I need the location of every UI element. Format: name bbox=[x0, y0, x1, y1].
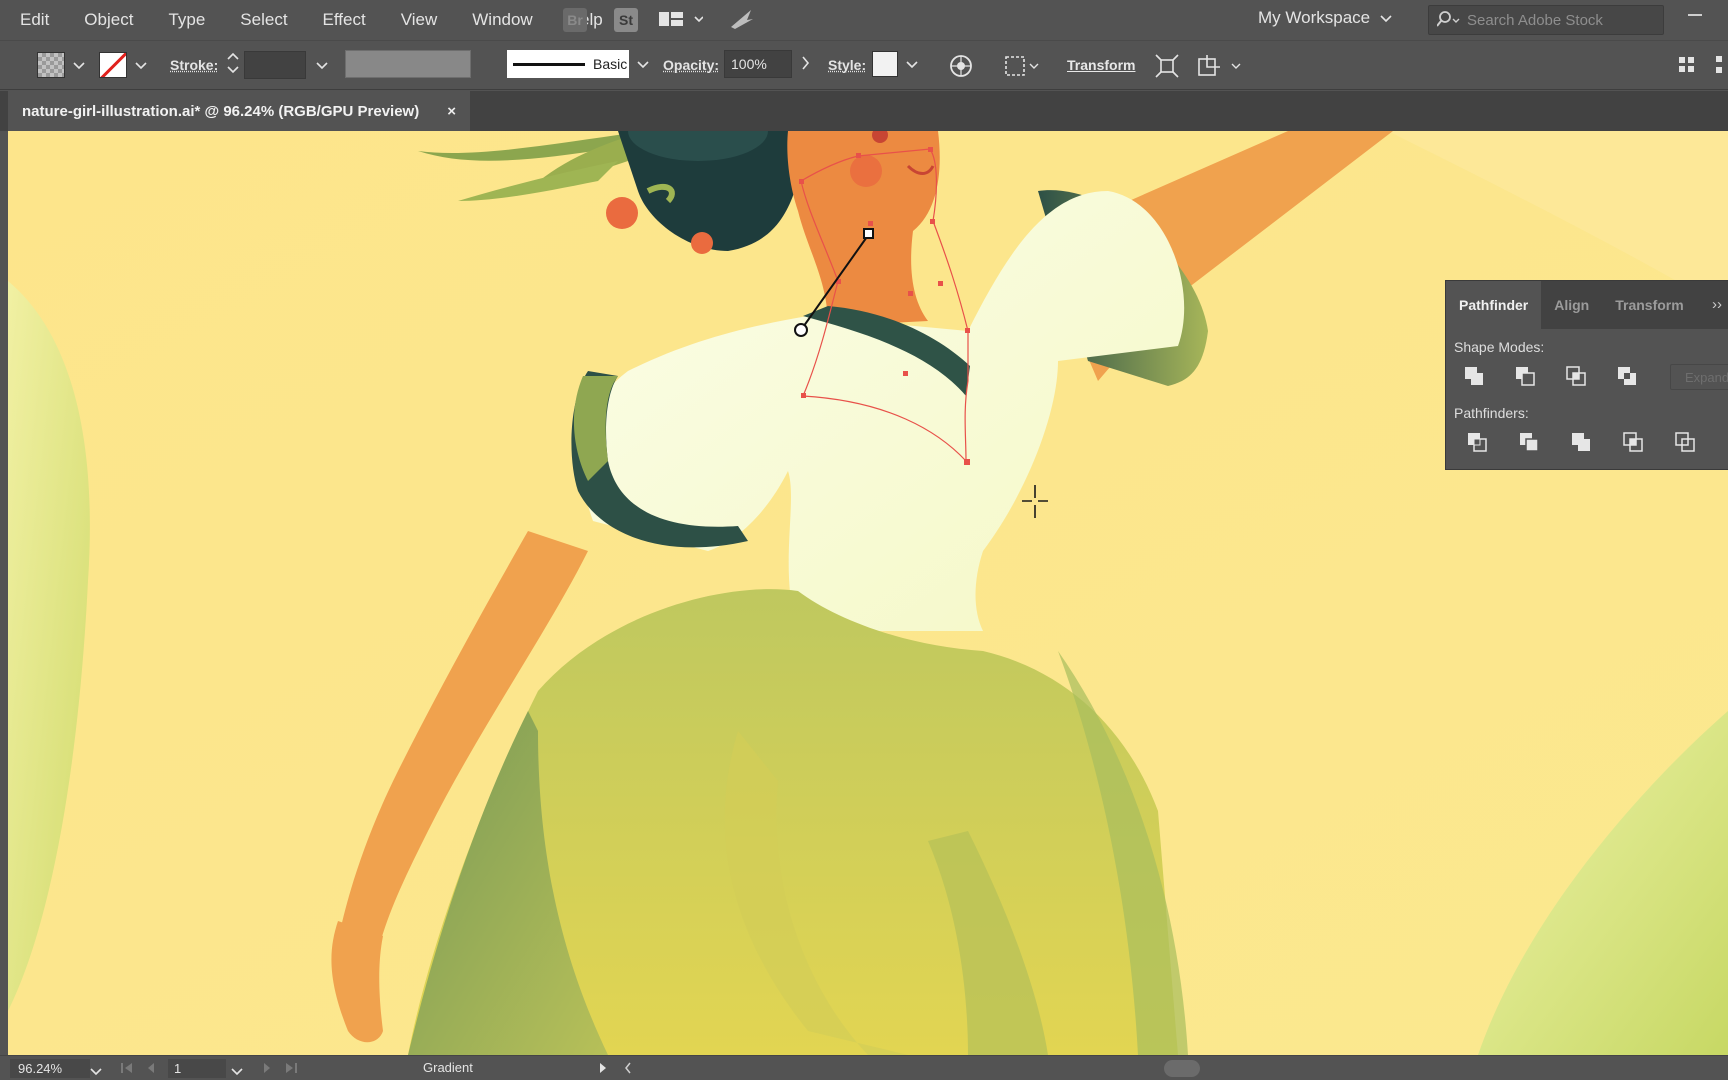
menu-window[interactable]: Window bbox=[472, 10, 549, 30]
search-icon bbox=[1437, 10, 1461, 31]
status-bar: 96.24% 1 Gradient bbox=[0, 1055, 1728, 1080]
puppet-warp-icon[interactable] bbox=[1196, 53, 1244, 82]
tab-transform[interactable]: Transform bbox=[1602, 281, 1696, 329]
stock-search[interactable] bbox=[1428, 5, 1664, 35]
crop-icon[interactable] bbox=[1622, 431, 1644, 453]
brush-label: Basic bbox=[593, 56, 627, 72]
chevron-right-icon[interactable] bbox=[802, 56, 810, 73]
workspace-label: My Workspace bbox=[1258, 8, 1370, 28]
close-icon[interactable]: × bbox=[447, 103, 456, 120]
isolate-object-icon[interactable] bbox=[1154, 53, 1180, 82]
exclude-icon[interactable] bbox=[1616, 365, 1638, 387]
tab-pathfinder[interactable]: Pathfinder bbox=[1446, 281, 1541, 329]
bridge-button[interactable]: Br bbox=[563, 8, 587, 32]
align-to-selection-icon[interactable] bbox=[1004, 54, 1040, 81]
menu-view[interactable]: View bbox=[401, 10, 455, 30]
brush-stroke-preview bbox=[513, 63, 585, 66]
chevron-down-icon[interactable] bbox=[231, 1064, 243, 1079]
fill-swatch[interactable] bbox=[37, 52, 65, 78]
chevron-down-icon bbox=[1380, 8, 1392, 28]
chevron-down-icon[interactable] bbox=[90, 1064, 102, 1079]
status-menu-arrow-icon[interactable] bbox=[598, 1062, 608, 1077]
artboard-number-input[interactable]: 1 bbox=[168, 1059, 226, 1078]
artboard-canvas[interactable] bbox=[8, 131, 1728, 1055]
stroke-label[interactable]: Stroke: bbox=[170, 57, 218, 73]
document-tab[interactable]: nature-girl-illustration.ai* @ 96.24% (R… bbox=[8, 91, 470, 131]
previous-artboard-icon[interactable] bbox=[146, 1062, 156, 1077]
first-artboard-icon[interactable] bbox=[120, 1062, 134, 1077]
illustration-artwork bbox=[8, 131, 1728, 1055]
menu-select[interactable]: Select bbox=[240, 10, 304, 30]
stroke-weight-input[interactable] bbox=[244, 51, 306, 79]
zoom-level-input[interactable]: 96.24% bbox=[10, 1059, 90, 1078]
stock-button[interactable]: St bbox=[614, 8, 638, 32]
stock-search-input[interactable] bbox=[1467, 12, 1657, 29]
menu-bar: Edit Object Type Select Effect View Wind… bbox=[0, 0, 1728, 40]
next-artboard-icon[interactable] bbox=[262, 1062, 272, 1077]
menu-type[interactable]: Type bbox=[168, 10, 222, 30]
opacity-label[interactable]: Opacity: bbox=[663, 57, 719, 73]
horizontal-scrollbar-thumb[interactable] bbox=[1164, 1060, 1200, 1077]
transform-button[interactable]: Transform bbox=[1067, 57, 1135, 73]
pathfinders-row bbox=[1446, 431, 1728, 453]
intersect-icon[interactable] bbox=[1565, 365, 1587, 387]
merge-icon[interactable] bbox=[1570, 431, 1592, 453]
tab-align[interactable]: Align bbox=[1541, 281, 1602, 329]
variable-width-profile[interactable] bbox=[345, 50, 471, 78]
panel-collapse-icon[interactable]: ›› bbox=[1712, 296, 1722, 313]
graphic-style-swatch[interactable] bbox=[872, 51, 898, 77]
menu-object[interactable]: Object bbox=[84, 10, 150, 30]
stroke-stepper-icon[interactable] bbox=[226, 50, 240, 79]
arrange-documents-icon[interactable] bbox=[659, 10, 703, 33]
pathfinder-panel: Pathfinder Align Transform ›› Shape Mode… bbox=[1445, 280, 1728, 470]
chevron-down-icon[interactable] bbox=[73, 57, 85, 73]
pathfinder-tab-strip: Pathfinder Align Transform ›› bbox=[1446, 281, 1728, 329]
control-bar: Stroke: Basic Opacity: 100% Style: Trans… bbox=[0, 40, 1728, 90]
outline-icon[interactable] bbox=[1674, 431, 1696, 453]
document-tab-title: nature-girl-illustration.ai* @ 96.24% (R… bbox=[22, 103, 419, 120]
workspace-switcher[interactable]: My Workspace bbox=[1258, 8, 1392, 28]
pathfinders-label: Pathfinders: bbox=[1446, 405, 1728, 421]
scroll-left-icon[interactable] bbox=[624, 1062, 632, 1077]
unite-icon[interactable] bbox=[1463, 365, 1485, 387]
chevron-down-icon[interactable] bbox=[316, 57, 328, 73]
chevron-down-icon[interactable] bbox=[906, 56, 918, 72]
stroke-swatch[interactable] bbox=[99, 52, 127, 78]
menu-effect[interactable]: Effect bbox=[323, 10, 383, 30]
divide-icon[interactable] bbox=[1466, 431, 1488, 453]
chevron-down-icon[interactable] bbox=[135, 57, 147, 73]
style-label[interactable]: Style: bbox=[828, 57, 866, 73]
minimize-button[interactable] bbox=[1688, 14, 1702, 16]
last-artboard-icon[interactable] bbox=[284, 1062, 298, 1077]
document-tab-bar: nature-girl-illustration.ai* @ 96.24% (R… bbox=[0, 91, 1728, 131]
chevron-down-icon[interactable] bbox=[637, 56, 649, 72]
shape-modes-label: Shape Modes: bbox=[1446, 339, 1728, 355]
panel-grid-icon[interactable] bbox=[1678, 56, 1696, 77]
panel-menu-icon[interactable] bbox=[1714, 54, 1724, 79]
brush-definition[interactable]: Basic bbox=[507, 50, 629, 78]
minus-front-icon[interactable] bbox=[1514, 365, 1536, 387]
gpu-performance-icon[interactable] bbox=[729, 7, 755, 34]
status-current-tool: Gradient bbox=[423, 1060, 473, 1075]
opacity-input[interactable]: 100% bbox=[724, 50, 792, 78]
trim-icon[interactable] bbox=[1518, 431, 1540, 453]
expand-button[interactable]: Expand bbox=[1670, 364, 1728, 390]
menu-edit[interactable]: Edit bbox=[20, 10, 66, 30]
recolor-artwork-icon[interactable] bbox=[949, 54, 973, 81]
